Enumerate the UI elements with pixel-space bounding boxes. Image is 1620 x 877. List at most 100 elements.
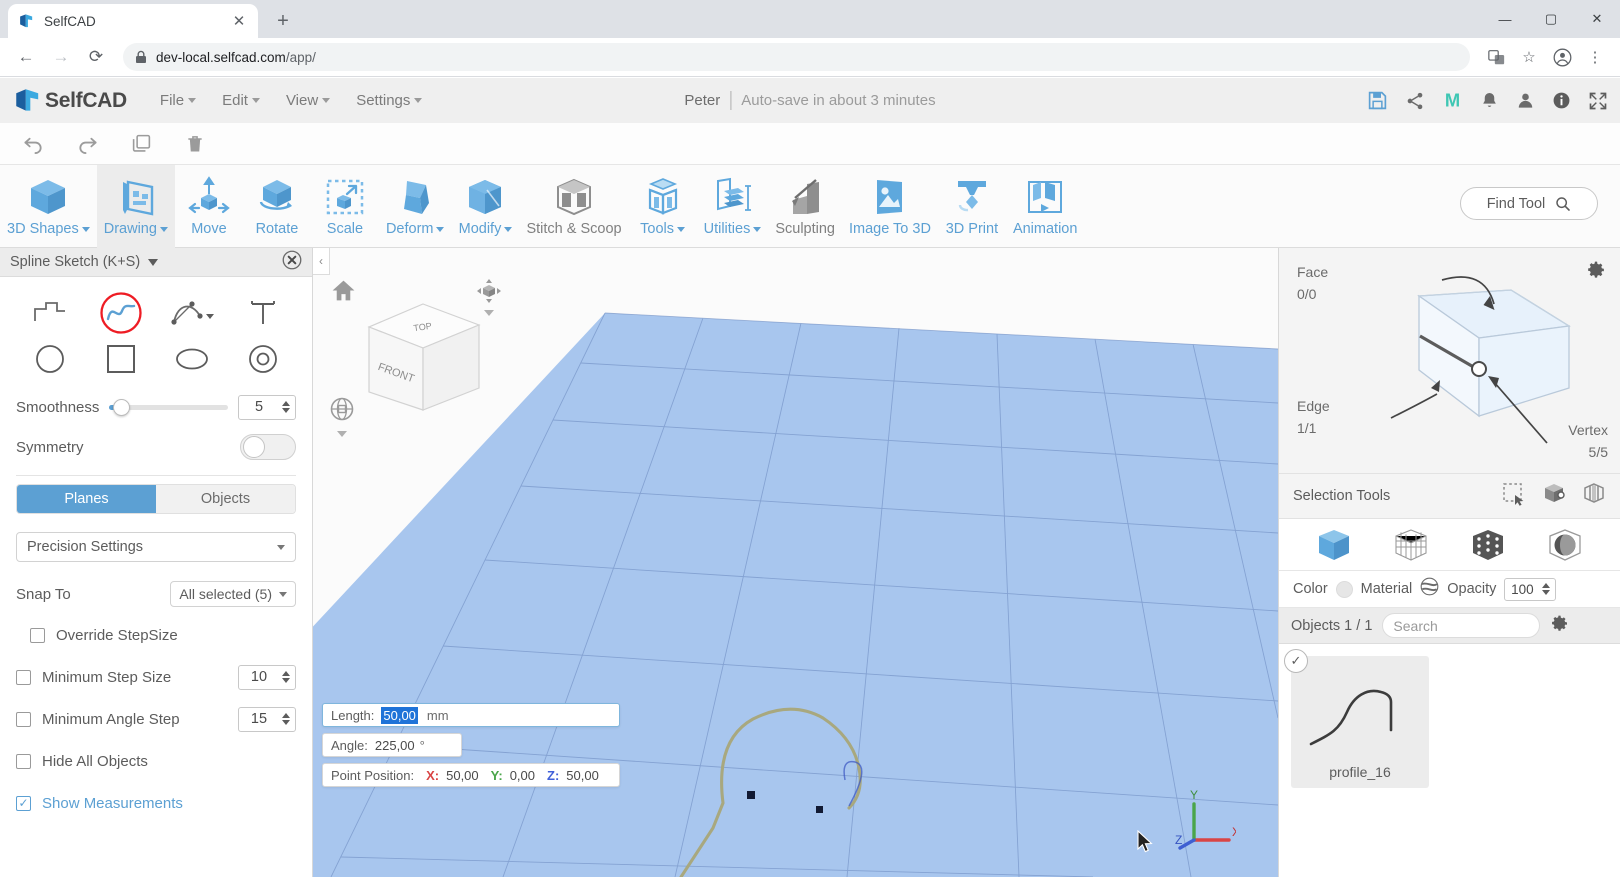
back-icon[interactable]: ← [10,41,42,73]
window-close-button[interactable]: ✕ [1574,0,1620,38]
collapse-left-panel-button[interactable]: ‹ [313,248,330,275]
y-value[interactable]: 0,00 [510,768,535,783]
smoothness-slider[interactable] [109,397,228,417]
tool-stitch-scoop[interactable]: Stitch & Scoop [519,165,628,248]
tool-deform[interactable]: Deform [379,165,452,248]
tool-3d-shapes[interactable]: 3D Shapes [0,165,97,248]
z-value[interactable]: 50,00 [566,768,599,783]
angle-field[interactable]: Angle: 225,00 ° [322,733,462,757]
symmetry-toggle[interactable] [240,434,296,460]
find-tool-button[interactable]: Find Tool [1460,187,1598,220]
tool-drawing[interactable]: Drawing [96,165,175,248]
tool-image-to-3d[interactable]: Image To 3D [842,165,938,248]
checkbox-box[interactable] [16,711,31,727]
forward-icon[interactable]: → [45,41,77,73]
copy-icon[interactable] [116,125,166,163]
new-tab-button[interactable]: + [269,7,297,35]
tool-utilities[interactable]: Utilities [697,165,769,248]
reload-icon[interactable]: ⟳ [80,41,112,73]
points-mode-icon[interactable] [1470,528,1506,562]
tool-scale[interactable]: Scale [311,165,379,248]
m-logo-icon[interactable]: M [1442,90,1463,111]
tab-close-icon[interactable]: ✕ [230,12,248,30]
delete-icon[interactable] [170,125,220,163]
length-field[interactable]: Length: 50,00 mm [322,703,620,727]
smoothness-input[interactable] [239,399,279,415]
viewport-3d[interactable]: ‹ TOP FRONT Y Z Length: 50,00 mm Angle: … [313,248,1278,877]
menu-file[interactable]: File [147,86,209,115]
text-icon[interactable] [230,291,296,335]
stepper-arrows[interactable] [282,401,290,413]
ring-icon[interactable] [230,337,296,381]
spline-icon[interactable] [88,291,154,335]
tool-rotate[interactable]: Rotate [243,165,311,248]
minimum-step-size-input[interactable] [239,669,279,685]
material-sphere-icon[interactable] [1420,577,1439,601]
bezier-icon[interactable] [159,291,225,335]
close-icon[interactable] [282,250,302,275]
rect-select-icon[interactable] [1502,482,1526,511]
tool-animation[interactable]: Animation [1006,165,1084,248]
tool-tools[interactable]: Tools [629,165,697,248]
xray-mode-icon[interactable] [1547,528,1583,562]
checkbox-box[interactable] [16,795,31,811]
checkbox-show-measurements[interactable]: Show Measurements [0,782,312,824]
tool-3d-print[interactable]: 3D Print [938,165,1006,248]
stepper-up-icon[interactable] [1542,583,1551,588]
checkbox-box[interactable] [16,669,31,685]
bell-icon[interactable] [1480,91,1499,110]
loop-select-icon[interactable] [1582,482,1606,511]
fullscreen-icon[interactable] [1588,91,1608,111]
checkbox-override-stepsize[interactable]: Override StepSize [0,614,312,656]
share-icon[interactable] [1405,91,1425,111]
color-swatch[interactable] [1335,580,1353,598]
menu-edit[interactable]: Edit [209,86,273,115]
minimum-step-size-stepper[interactable] [238,664,296,690]
menu-view[interactable]: View [273,86,343,115]
minimum-angle-step-input[interactable] [239,711,279,727]
stepper-arrows[interactable] [1542,583,1551,595]
opacity-stepper[interactable] [1504,577,1557,601]
snap-to-dropdown[interactable]: All selected (5) [170,581,296,607]
solid-mode-icon[interactable] [1316,528,1352,562]
stepper-up-icon[interactable] [282,671,290,676]
stepper-arrows[interactable] [282,671,290,683]
profile-icon[interactable] [1547,42,1577,72]
segment-objects[interactable]: Objects [156,485,295,513]
orbit-icon[interactable] [329,396,355,439]
browser-menu-icon[interactable]: ⋮ [1580,42,1610,72]
slider-handle[interactable] [113,398,131,416]
chevron-down-icon[interactable] [336,430,348,439]
tool-sculpting[interactable]: Sculpting [768,165,842,248]
opacity-input[interactable] [1505,581,1540,597]
checkbox-minimum-step-size[interactable]: Minimum Step Size [0,656,312,698]
browser-tab[interactable]: SelfCAD ✕ [8,4,258,38]
tool-move[interactable]: Move [175,165,243,248]
precision-settings-select[interactable]: Precision Settings [16,532,296,562]
smoothness-stepper[interactable] [238,394,296,420]
address-bar[interactable]: dev-local.selfcad.com/app/ [123,43,1470,71]
list-item[interactable]: ✓ profile_16 [1284,649,1429,788]
wireframe-mode-icon[interactable] [1393,528,1429,562]
stepper-down-icon[interactable] [282,678,290,683]
redo-icon[interactable] [62,125,112,163]
stepper-arrows[interactable] [282,713,290,725]
selfcad-logo[interactable]: SelfCAD [14,87,127,114]
checkbox-box[interactable] [16,753,31,769]
chevron-down-icon[interactable] [483,309,495,318]
pan-icon[interactable] [476,278,502,318]
save-icon[interactable] [1367,90,1388,111]
stepper-up-icon[interactable] [282,401,290,406]
object-search-input[interactable] [1393,617,1575,634]
window-maximize-button[interactable]: ▢ [1528,0,1574,38]
checkbox-box[interactable] [30,627,45,643]
object-visibility-checkbox[interactable]: ✓ [1284,649,1308,673]
point-position-field[interactable]: Point Position: X: 50,00 Y: 0,00 Z: 50,0… [322,763,620,787]
window-minimize-button[interactable]: — [1482,0,1528,38]
length-value[interactable]: 50,00 [381,706,418,724]
undo-icon[interactable] [8,125,58,163]
x-value[interactable]: 50,00 [446,768,479,783]
ellipse-icon[interactable] [159,337,225,381]
chevron-down-icon[interactable] [148,258,159,266]
segment-planes[interactable]: Planes [17,485,156,513]
